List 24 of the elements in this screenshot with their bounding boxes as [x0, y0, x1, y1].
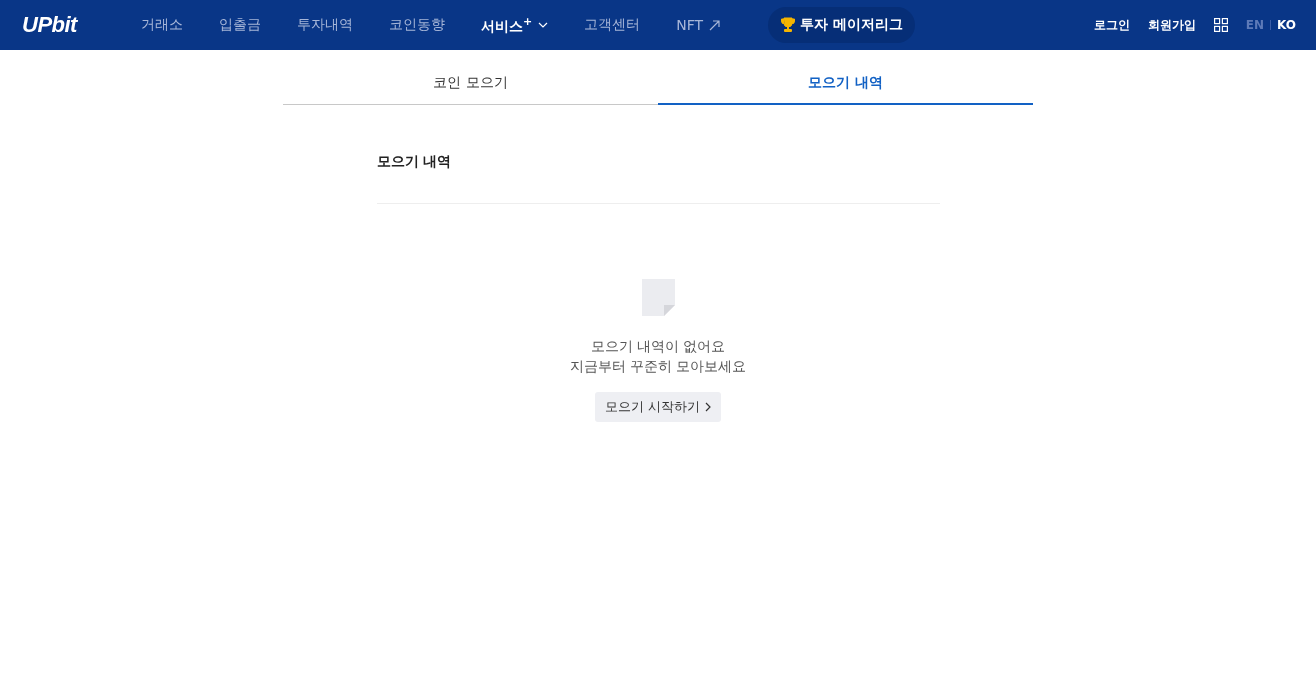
nav-item[interactable]: 입출금 [200, 16, 279, 34]
empty-message: 지금부터 꾸준히 모아보세요 [569, 357, 747, 376]
nav-item[interactable]: 투자내역 [278, 16, 371, 34]
auth-link[interactable]: 로그인 [1093, 16, 1130, 34]
tab[interactable]: 코인 모으기 [283, 68, 658, 105]
section-title: 모으기 내역 [376, 153, 940, 204]
nav-item[interactable]: 고객센터 [566, 16, 659, 34]
blank-document-icon [641, 279, 675, 316]
nav-item[interactable]: 코인동향 [370, 16, 463, 34]
chevron-down-icon [538, 22, 549, 28]
nav-item[interactable]: NFT [658, 17, 738, 33]
nav-item[interactable]: 서비스$^{+}$ [462, 14, 567, 36]
empty-message: 모으기 내역이 없어요 [590, 337, 726, 356]
promo-button[interactable]: 투자 메이저리그 [768, 7, 915, 43]
start-button[interactable]: 모으기 시작하기 [594, 392, 722, 422]
trophy-icon [780, 17, 796, 33]
language-option[interactable]: KO [1277, 18, 1296, 32]
logo[interactable]: UPbit [22, 12, 77, 38]
arrow-up-right-icon [709, 19, 720, 31]
tab[interactable]: 모으기 내역 [658, 68, 1033, 105]
nav-item[interactable]: 거래소 [122, 16, 201, 34]
grid-menu-icon[interactable] [1213, 18, 1228, 32]
auth-link[interactable]: 회원가입 [1147, 16, 1196, 34]
chevron-right-icon [705, 402, 712, 412]
